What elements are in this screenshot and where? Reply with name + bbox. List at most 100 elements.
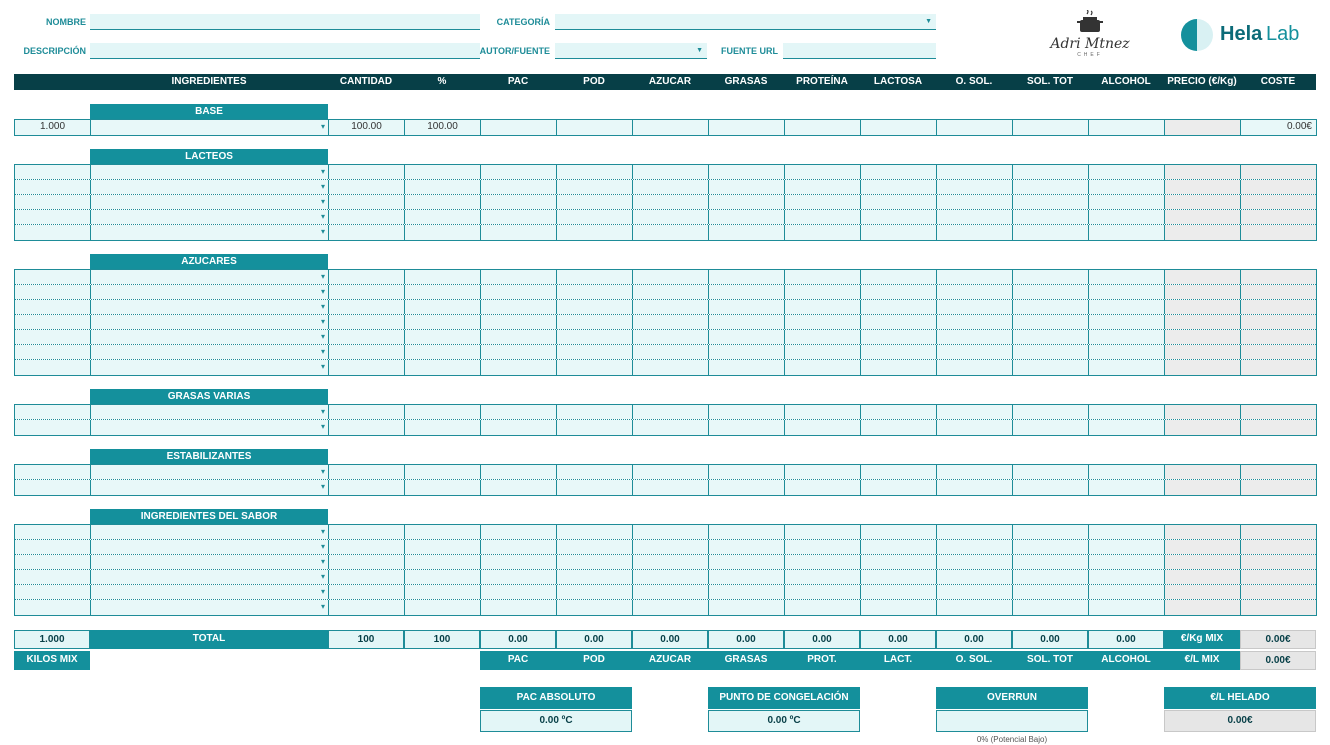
coste-cell xyxy=(1240,555,1316,569)
osol-cell xyxy=(936,405,1012,419)
osol-cell xyxy=(936,540,1012,554)
ingredient-select[interactable] xyxy=(90,540,328,554)
ingredient-select[interactable] xyxy=(90,225,328,240)
grasas-cell xyxy=(708,120,784,135)
ingredient-select[interactable] xyxy=(90,210,328,224)
ingredient-select[interactable] xyxy=(90,555,328,569)
precio-cell xyxy=(1164,330,1240,344)
cantidad-cell[interactable] xyxy=(328,315,404,329)
cantidad-cell[interactable] xyxy=(328,210,404,224)
col-header-soltot: SOL. TOT xyxy=(1027,76,1073,87)
pct-cell xyxy=(404,165,480,179)
cantidad-cell[interactable] xyxy=(328,195,404,209)
lactosa-cell xyxy=(860,345,936,359)
cantidad-cell[interactable] xyxy=(328,285,404,299)
cantidad-cell[interactable] xyxy=(328,465,404,479)
ingredient-select[interactable] xyxy=(90,345,328,359)
cantidad-cell[interactable] xyxy=(328,570,404,584)
factor-cell xyxy=(14,210,90,224)
coste-cell xyxy=(1240,315,1316,329)
proteina-cell xyxy=(784,555,860,569)
ingredient-select[interactable] xyxy=(90,405,328,419)
cantidad-cell[interactable] xyxy=(328,540,404,554)
lactosa-cell xyxy=(860,225,936,240)
cantidad-cell[interactable]: 100.00 xyxy=(328,120,404,135)
cantidad-cell[interactable] xyxy=(328,585,404,599)
grasas-cell xyxy=(708,600,784,615)
pac-absoluto-label: PAC ABSOLUTO xyxy=(480,687,632,709)
proteina-cell xyxy=(784,330,860,344)
cantidad-cell[interactable] xyxy=(328,480,404,495)
pac-absoluto-value: 0.00 ºC xyxy=(480,710,632,732)
pct-cell xyxy=(404,405,480,419)
ingredient-select[interactable] xyxy=(90,270,328,284)
pac-cell xyxy=(480,165,556,179)
ingredient-select[interactable] xyxy=(90,360,328,375)
ingredient-select[interactable] xyxy=(90,585,328,599)
total-label-soltot: SOL. TOT xyxy=(1012,651,1088,670)
ingredient-select[interactable] xyxy=(90,315,328,329)
categoria-select[interactable]: ▼ xyxy=(555,14,936,30)
pod-cell xyxy=(556,600,632,615)
cantidad-cell[interactable] xyxy=(328,555,404,569)
ingredient-select[interactable] xyxy=(90,420,328,435)
pct-cell xyxy=(404,300,480,314)
lactosa-cell xyxy=(860,270,936,284)
ingredient-select[interactable] xyxy=(90,600,328,615)
section-title-sabor: INGREDIENTES DEL SABOR xyxy=(90,509,328,524)
eur-kg-mix-label: €/Kg MIX xyxy=(1164,630,1240,649)
grasas-cell xyxy=(708,420,784,435)
azucar-cell xyxy=(632,195,708,209)
cantidad-cell[interactable] xyxy=(328,270,404,284)
lactosa-cell xyxy=(860,285,936,299)
cantidad-cell[interactable] xyxy=(328,180,404,194)
ingredient-select[interactable] xyxy=(90,525,328,539)
ingredient-select[interactable] xyxy=(90,465,328,479)
cantidad-cell[interactable] xyxy=(328,600,404,615)
autor-select[interactable]: ▼ xyxy=(555,43,707,59)
proteina-cell xyxy=(784,600,860,615)
pac-cell xyxy=(480,525,556,539)
cantidad-cell[interactable] xyxy=(328,165,404,179)
col-header-precio: PRECIO (€/Kg) xyxy=(1167,76,1237,87)
ingredient-select[interactable] xyxy=(90,285,328,299)
cantidad-cell[interactable] xyxy=(328,345,404,359)
fuente-url-field[interactable] xyxy=(783,43,936,59)
fuente-url-label: FUENTE URL xyxy=(721,46,778,56)
cantidad-cell[interactable] xyxy=(328,225,404,240)
ingredient-select[interactable] xyxy=(90,180,328,194)
table-row xyxy=(14,330,1316,345)
descripcion-field[interactable] xyxy=(90,43,480,59)
ingredient-select[interactable] xyxy=(90,300,328,314)
table-row xyxy=(14,600,1316,615)
total-lactosa: 0.00 xyxy=(860,630,936,649)
proteina-cell xyxy=(784,345,860,359)
eur-l-mix-value: 0.00€ xyxy=(1240,651,1316,670)
cantidad-cell[interactable] xyxy=(328,525,404,539)
cantidad-cell[interactable] xyxy=(328,405,404,419)
table-row xyxy=(14,465,1316,480)
lactosa-cell xyxy=(860,330,936,344)
overrun-value[interactable] xyxy=(936,710,1088,732)
alcohol-cell xyxy=(1088,195,1164,209)
ingredient-select[interactable] xyxy=(90,195,328,209)
ingredient-select[interactable] xyxy=(90,330,328,344)
cantidad-cell[interactable] xyxy=(328,360,404,375)
pac-cell xyxy=(480,330,556,344)
pac-cell xyxy=(480,300,556,314)
factor-cell xyxy=(14,540,90,554)
cantidad-cell[interactable] xyxy=(328,330,404,344)
precio-cell xyxy=(1164,540,1240,554)
soltot-cell xyxy=(1012,225,1088,240)
ingredient-select[interactable] xyxy=(90,480,328,495)
cantidad-cell[interactable] xyxy=(328,420,404,435)
cantidad-cell[interactable] xyxy=(328,300,404,314)
precio-cell xyxy=(1164,300,1240,314)
ingredient-select[interactable] xyxy=(90,165,328,179)
nombre-field[interactable] xyxy=(90,14,480,30)
col-header-lactosa: LACTOSA xyxy=(873,76,923,87)
ingredient-select[interactable] xyxy=(90,120,328,135)
ingredient-select[interactable] xyxy=(90,570,328,584)
col-header-grasas: GRASAS xyxy=(724,76,768,87)
coste-cell xyxy=(1240,210,1316,224)
